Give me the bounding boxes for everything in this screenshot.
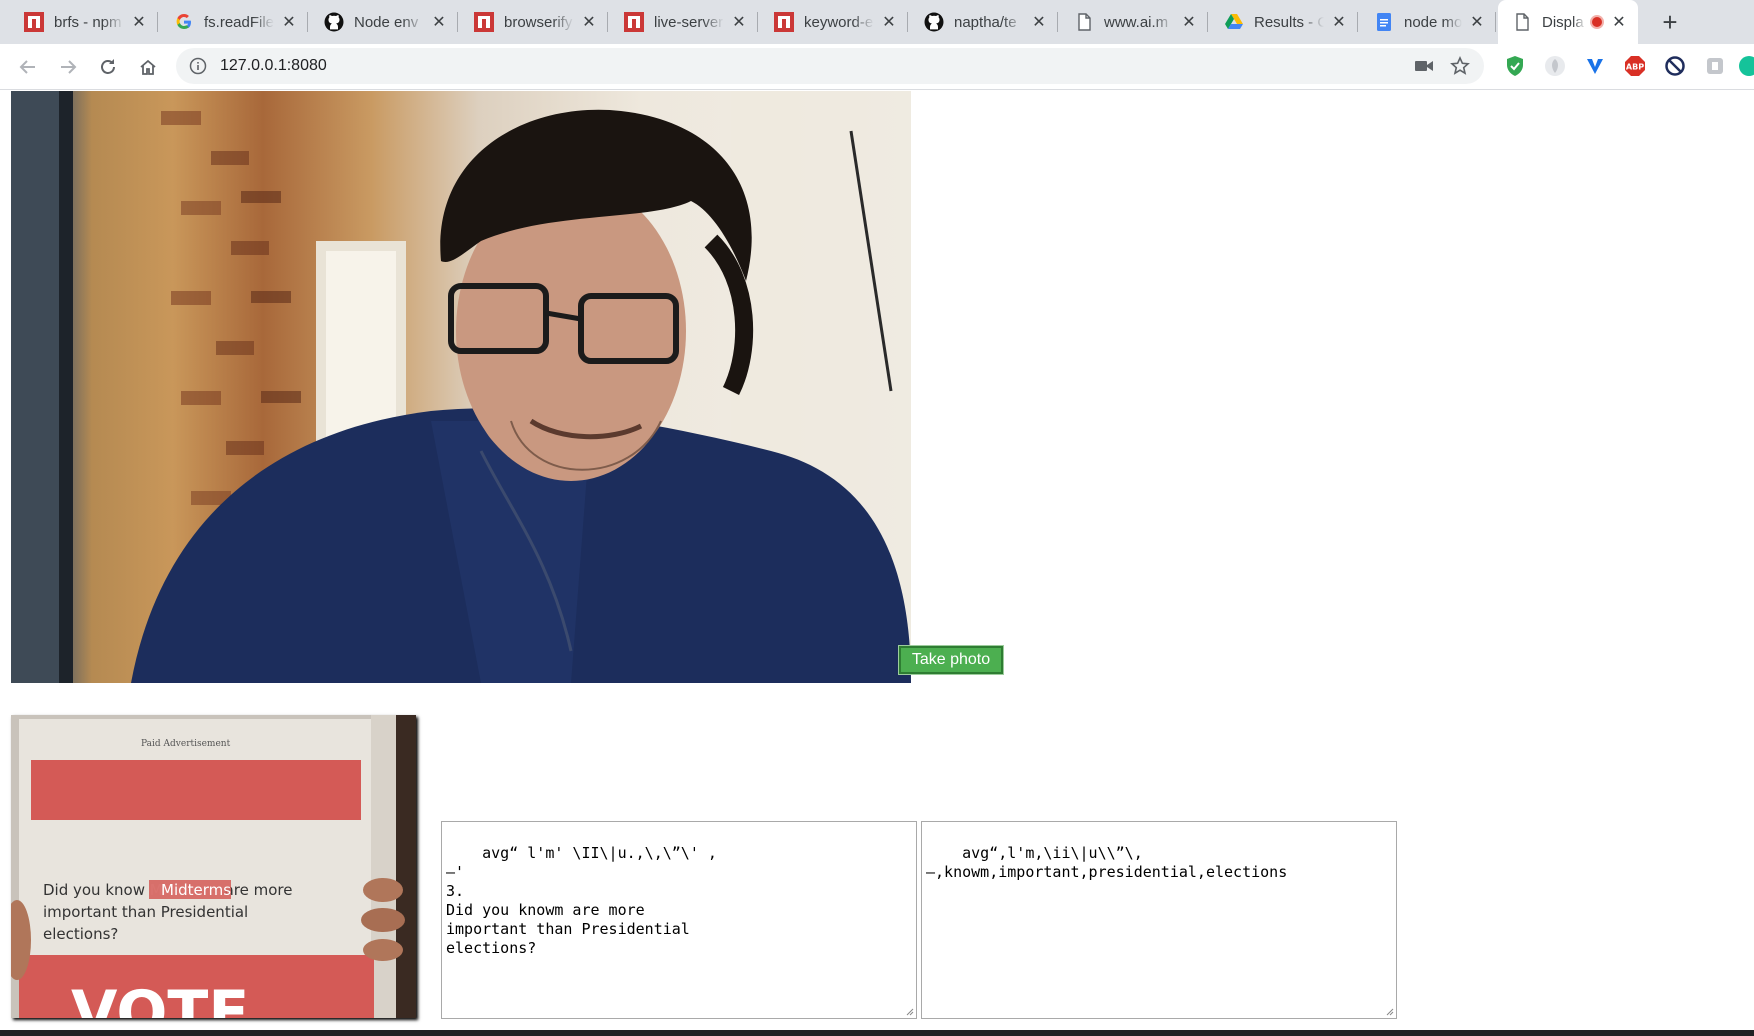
camera-icon[interactable] [1414,56,1434,76]
ad-header: Paid Advertisement [141,739,231,749]
tab-node-mod[interactable]: node mod ✕ [1360,0,1496,44]
tab-title: Results - C [1254,13,1324,31]
page-icon [1074,12,1094,32]
reload-icon [101,59,115,74]
tab-separator [307,12,308,32]
tab-keyword-extractor[interactable]: keyword-e ✕ [760,0,908,44]
back-button[interactable] [14,53,42,81]
tab-separator [907,12,908,32]
taskbar-edge [0,1030,1754,1036]
webcam-video [11,91,911,683]
tab-naptha[interactable]: naptha/te ✕ [910,0,1058,44]
tab-title: Node env [354,13,419,31]
tab-fs-readfile[interactable]: fs.readFile ✕ [160,0,308,44]
page-icon [1512,12,1532,32]
recording-icon [1590,15,1604,29]
close-icon[interactable]: ✕ [1610,13,1628,31]
github-icon [324,12,344,32]
home-button[interactable] [134,53,162,81]
ad-line3: elections? [43,925,118,943]
forward-button[interactable] [54,53,82,81]
tab-separator [157,12,158,32]
keywords-textarea[interactable]: avg“,l'm,\ii\|u\\”\, —,knowm,important,p… [921,821,1397,1019]
bookmark-star-icon[interactable] [1450,56,1470,76]
close-icon[interactable]: ✕ [880,13,898,31]
google-docs-icon [1374,12,1394,32]
svg-text:ABP: ABP [1626,63,1644,72]
close-icon[interactable]: ✕ [1180,13,1198,31]
tab-separator [1207,12,1208,32]
info-icon[interactable] [188,56,208,76]
forward-arrow-icon [61,60,77,74]
home-icon [140,59,156,75]
close-icon[interactable]: ✕ [1330,13,1348,31]
green-g-icon[interactable] [1737,54,1754,78]
url-text: 127.0.0.1:8080 [220,57,327,74]
tab-title: browserify [504,13,573,31]
npm-icon [774,12,794,32]
shield-check-icon[interactable] [1503,54,1527,78]
keywords-text-content: avg“,l'm,\ii\|u\\”\, —,knowm,important,p… [926,844,1288,881]
tab-title: brfs - npm [54,13,122,31]
tab-display-active[interactable]: Displa ✕ [1498,0,1638,44]
close-icon[interactable]: ✕ [1468,13,1486,31]
ocr-textarea[interactable]: avg“ l'm' \II\|u.,\,\”\' , —' 3. Did you… [441,821,917,1019]
ad-highlight-overlay: Midterms [161,881,231,899]
close-icon[interactable]: ✕ [730,13,748,31]
tab-separator [757,12,758,32]
tab-brfs[interactable]: brfs - npm ✕ [10,0,158,44]
newspaper-ad-image: Paid Advertisement Did you know Midterms… [11,715,416,1018]
tab-title: keyword-e [804,13,874,31]
tab-node-env[interactable]: Node env ✕ [310,0,458,44]
tab-title: Displa [1542,13,1584,31]
tab-separator [1057,12,1058,32]
close-icon[interactable]: ✕ [280,13,298,31]
block-icon[interactable] [1663,54,1687,78]
npm-icon [624,12,644,32]
reload-button[interactable] [94,53,122,81]
google-drive-icon [1224,12,1244,32]
tab-separator [1357,12,1358,32]
resize-grip-icon[interactable] [1384,1006,1394,1016]
tab-title: live-server [654,13,724,31]
take-photo-button[interactable]: Take photo [898,645,1004,675]
tab-browserify[interactable]: browserify ✕ [460,0,608,44]
captured-photo: Paid Advertisement Did you know Midterms… [11,715,416,1018]
github-icon [924,12,944,32]
tab-title: www.ai.m [1104,13,1169,31]
close-icon[interactable]: ✕ [430,13,448,31]
tab-live-server[interactable]: live-server ✕ [610,0,758,44]
v-icon[interactable] [1583,54,1607,78]
adblock-icon[interactable]: ABP [1623,54,1647,78]
tab-title: naptha/te [954,13,1017,31]
npm-icon [24,12,44,32]
close-icon[interactable]: ✕ [580,13,598,31]
npm-icon [474,12,494,32]
ad-line2: important than Presidential [43,903,248,921]
tab-title: node mod [1404,13,1462,31]
tab-separator [1495,12,1496,32]
google-icon [174,12,194,32]
webcam-frame-illustration [11,91,911,683]
tab-separator [607,12,608,32]
resize-grip-icon[interactable] [904,1006,914,1016]
new-tab-button[interactable]: + [1656,8,1684,36]
tab-strip: brfs - npm ✕ fs.readFile ✕ Node env ✕ br… [0,0,1754,44]
browser-toolbar: 127.0.0.1:8080 ABP [0,44,1754,90]
tab-results[interactable]: Results - C ✕ [1210,0,1358,44]
back-arrow-icon [19,60,35,74]
page-content: Take photo Paid Advertisement Did you kn… [0,90,1754,1036]
puzzle-icon[interactable] [1703,54,1727,78]
ocr-text-content: avg“ l'm' \II\|u.,\,\”\' , —' 3. Did you… [446,844,717,957]
tab-title: fs.readFile [204,13,274,31]
ad-bottom-word: VOTE [71,978,249,1018]
ad-headline-pre: Did you know [43,881,150,899]
leaf-icon[interactable] [1543,54,1567,78]
close-icon[interactable]: ✕ [130,13,148,31]
close-icon[interactable]: ✕ [1030,13,1048,31]
tab-separator [457,12,458,32]
address-bar[interactable]: 127.0.0.1:8080 [176,48,1484,84]
tab-ai-m[interactable]: www.ai.m ✕ [1060,0,1208,44]
